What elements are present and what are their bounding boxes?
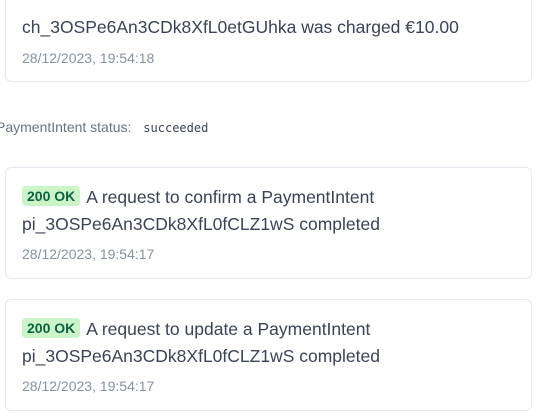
event-timestamp: 28/12/2023, 19:54:17 xyxy=(22,246,155,262)
status-badge: 200 OK xyxy=(22,318,81,338)
event-log: ch_3OSPe6An3CDk8XfL0etGUhka was charged … xyxy=(0,0,541,416)
confirm-request-event-card[interactable]: 200 OK A request to confirm a PaymentInte… xyxy=(5,167,532,279)
charge-event-timestamp: 28/12/2023, 19:54:18 xyxy=(22,50,155,66)
update-request-event-card[interactable]: 200 OK A request to update a PaymentInten… xyxy=(5,299,532,411)
event-timestamp: 28/12/2023, 19:54:17 xyxy=(22,378,155,394)
event-message-line1: A request to update a PaymentIntent xyxy=(86,319,371,339)
status-label: PaymentIntent status: xyxy=(0,119,132,135)
charge-event-message: ch_3OSPe6An3CDk8XfL0etGUhka was charged … xyxy=(22,17,459,37)
status-badge: 200 OK xyxy=(22,186,81,206)
status-value: succeeded xyxy=(143,121,209,135)
event-message-line2: pi_3OSPe6An3CDk8XfL0fCLZ1wS completed xyxy=(22,214,380,234)
event-message: 200 OK A request to update a PaymentInten… xyxy=(22,316,519,370)
event-message-line2: pi_3OSPe6An3CDk8XfL0fCLZ1wS completed xyxy=(22,346,380,366)
event-message: 200 OK A request to confirm a PaymentInte… xyxy=(22,184,519,238)
event-message-line1: A request to confirm a PaymentIntent xyxy=(86,187,375,207)
payment-intent-status: PaymentIntent status: succeeded xyxy=(0,119,208,136)
charge-event-card[interactable]: ch_3OSPe6An3CDk8XfL0etGUhka was charged … xyxy=(5,0,532,82)
